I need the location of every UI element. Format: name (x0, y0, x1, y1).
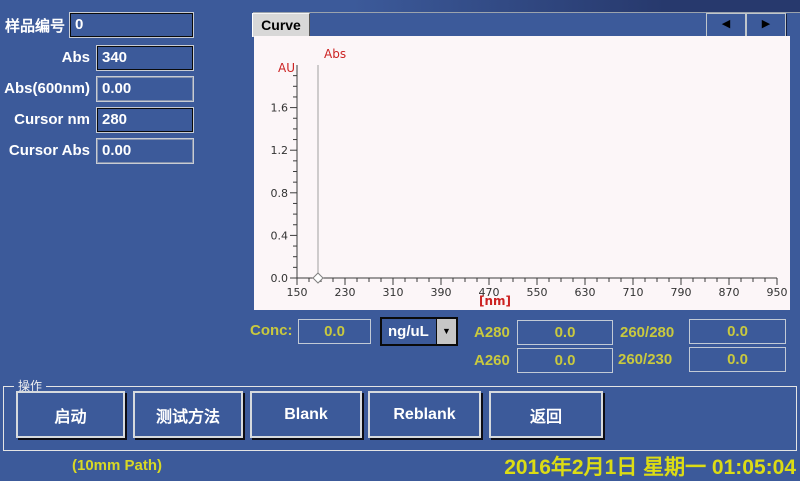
arrow-left-icon: ◀ (722, 18, 730, 30)
ratio-260-230-label: 260/230 (618, 351, 672, 368)
svg-text:950: 950 (767, 286, 788, 299)
cursor-nm-field[interactable]: 280 (96, 107, 194, 133)
ratio-260-280-value-box: 0.0 (689, 319, 786, 344)
spectrum-plot-svg: 1502303103904705506307107908709500.00.40… (254, 36, 790, 310)
conc-label: Conc: (250, 322, 293, 339)
datetime-status: 2016年2月1日 星期一 01:05:04 (440, 451, 796, 481)
x-axis-unit-label: [nm] (479, 294, 511, 308)
svg-text:550: 550 (527, 286, 548, 299)
cursor-abs-label: Cursor Abs (0, 142, 90, 159)
svg-text:790: 790 (671, 286, 692, 299)
svg-text:390: 390 (431, 286, 452, 299)
blank-button[interactable]: Blank (250, 391, 362, 438)
a280-label: A280 (474, 324, 510, 341)
a260-value-box: 0.0 (517, 348, 613, 373)
reblank-button[interactable]: Reblank (368, 391, 481, 438)
a280-value-box: 0.0 (517, 320, 613, 345)
spectrum-plot-area[interactable]: 1502303103904705506307107908709500.00.40… (254, 36, 790, 310)
svg-text:630: 630 (575, 286, 596, 299)
abs-600nm-field: 0.00 (96, 76, 194, 102)
start-button[interactable]: 启动 (16, 391, 125, 438)
svg-text:1.2: 1.2 (271, 144, 289, 157)
tab-header-band (253, 0, 800, 12)
svg-text:0.4: 0.4 (271, 229, 289, 242)
svg-text:310: 310 (383, 286, 404, 299)
svg-text:870: 870 (719, 286, 740, 299)
conc-value-box: 0.0 (298, 319, 371, 344)
test-method-button[interactable]: 测试方法 (133, 391, 243, 438)
svg-text:0.0: 0.0 (271, 272, 289, 285)
screen: { "colors": { "background": "#3c5a9a", "… (0, 0, 800, 480)
return-button[interactable]: 返回 (489, 391, 603, 438)
abs-600nm-label: Abs(600nm) (0, 80, 90, 97)
cursor-nm-label: Cursor nm (0, 111, 90, 128)
abs-wavelength-field[interactable]: 340 (96, 45, 194, 71)
cursor-abs-field: 0.00 (96, 138, 194, 164)
series-label: Abs (324, 47, 346, 61)
svg-text:0.8: 0.8 (271, 187, 289, 200)
unit-dropdown[interactable]: ng/uL ▼ (380, 317, 458, 346)
tab-curve[interactable]: Curve (252, 13, 310, 37)
a260-label: A260 (474, 352, 510, 369)
y-axis-unit-label: AU (278, 61, 295, 75)
ratio-260-280-label: 260/280 (620, 324, 674, 341)
ratio-260-230-value-box: 0.0 (689, 347, 786, 372)
sample-number-field[interactable]: 0 (69, 12, 194, 38)
unit-dropdown-value: ng/uL (388, 319, 429, 344)
abs-wavelength-label: Abs (0, 49, 90, 66)
svg-text:150: 150 (287, 286, 308, 299)
svg-text:230: 230 (335, 286, 356, 299)
sample-number-label: 样品编号 (5, 15, 65, 36)
svg-text:710: 710 (623, 286, 644, 299)
tab-scroll-right-button[interactable]: ▶ (746, 13, 786, 37)
svg-text:1.6: 1.6 (271, 102, 289, 115)
tab-scroll-left-button[interactable]: ◀ (706, 13, 746, 37)
path-length-status: (10mm Path) (72, 457, 162, 474)
arrow-right-icon: ▶ (762, 18, 770, 30)
chevron-down-icon[interactable]: ▼ (436, 319, 456, 344)
